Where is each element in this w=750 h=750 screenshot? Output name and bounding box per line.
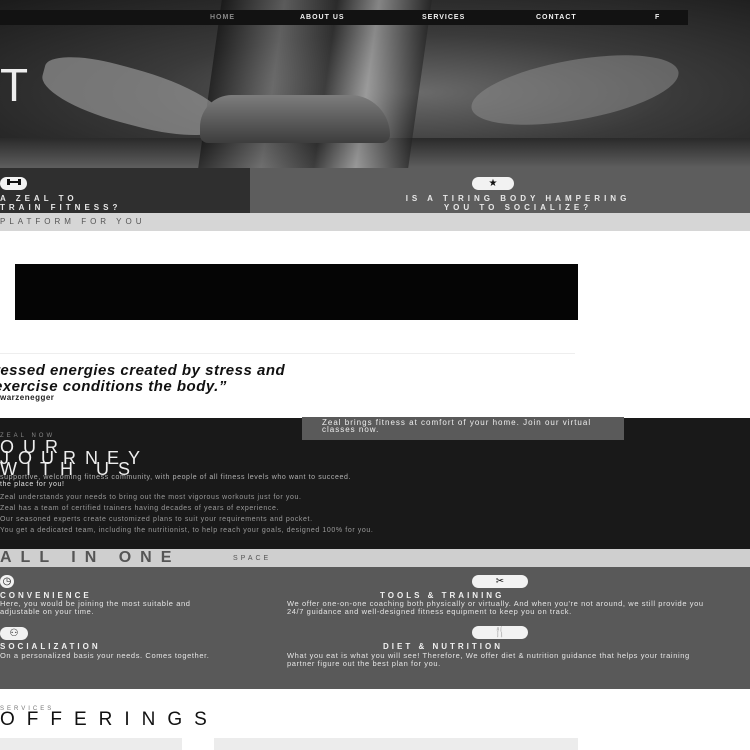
journey-line: the place for you!: [0, 481, 65, 488]
offering-card[interactable]: [0, 738, 182, 750]
group-icon: ⚇: [0, 627, 28, 640]
virtual-class-banner-text: Zeal brings fitness at comfort of your h…: [322, 418, 592, 434]
platform-band: PLATFORM FOR YOU: [0, 213, 750, 231]
nav-home[interactable]: HOME: [210, 10, 235, 25]
offering-card[interactable]: [214, 738, 578, 750]
hero-title-fragment: T: [0, 59, 31, 111]
nav-about-us[interactable]: ABOUT US: [300, 10, 345, 25]
hero-shoe: [200, 95, 390, 143]
feature-strip-right: ★ IS A TIRING BODY HAMPERING YOU TO SOCI…: [250, 168, 750, 213]
star-icon: ★: [472, 177, 514, 190]
feature-desc: What you eat is what you will see! There…: [287, 651, 690, 668]
top-nav: HOME ABOUT US SERVICES CONTACT f: [0, 10, 688, 25]
feature-desc: Here, you would be joining the most suit…: [0, 599, 191, 616]
hero-image: T: [0, 0, 750, 168]
cutlery-icon: 🍴: [472, 626, 528, 639]
quote-author: warzenegger: [0, 393, 55, 402]
dumbbell-icon: [0, 177, 27, 190]
nav-contact[interactable]: CONTACT: [536, 10, 577, 25]
journey-line: You get a dedicated team, including the …: [0, 527, 374, 534]
journey-line: supportive, welcoming fitness community,…: [0, 474, 352, 481]
offerings-title: OFFERINGS: [0, 709, 219, 730]
video-placeholder[interactable]: [15, 264, 578, 320]
nav-services[interactable]: SERVICES: [422, 10, 465, 25]
feature-title: DIET & NUTRITION: [383, 642, 503, 651]
features-grid: [0, 567, 750, 689]
quote-line-1: ressed energies created by stress and: [0, 362, 286, 379]
feature-strip-left: A ZEAL TO TRAIN FITNESS?: [0, 168, 250, 213]
feature-right-text: IS A TIRING BODY HAMPERING YOU TO SOCIAL…: [405, 194, 631, 212]
tools-icon: ✂: [472, 575, 528, 588]
quote-line-2: exercise conditions the body.”: [0, 378, 227, 395]
feature-desc: On a personalized basis your needs. Come…: [0, 651, 210, 660]
all-in-one-subtitle: SPACE: [233, 555, 272, 562]
hero-hand-right: [466, 42, 684, 138]
feature-title: SOCIALIZATION: [0, 642, 101, 651]
journey-line: Zeal has a team of certified trainers ha…: [0, 505, 280, 512]
quote-text: ressed energies created by stress and ex…: [0, 363, 594, 395]
journey-line: Zeal understands your needs to bring out…: [0, 494, 302, 501]
feature-left-text: A ZEAL TO TRAIN FITNESS?: [0, 194, 122, 212]
facebook-icon[interactable]: f: [655, 10, 660, 25]
platform-band-text: PLATFORM FOR YOU: [0, 217, 146, 226]
journey-line: Our seasoned experts create customized p…: [0, 516, 313, 523]
all-in-one-title: ALL IN ONE: [0, 549, 181, 566]
feature-desc: We offer one-on-one coaching both physic…: [287, 599, 704, 616]
divider: [0, 353, 575, 354]
clock-icon: ◷: [0, 575, 14, 588]
